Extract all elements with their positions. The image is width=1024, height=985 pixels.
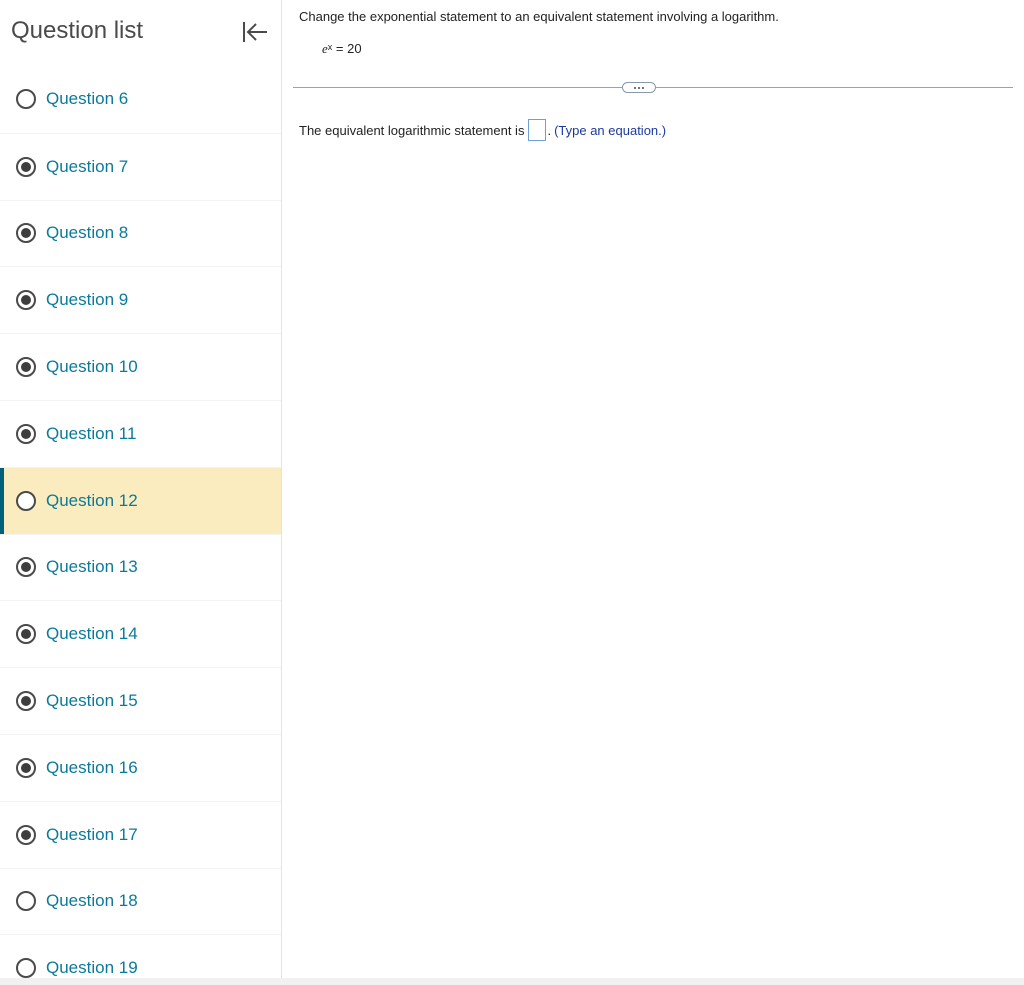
collapse-sidebar-button[interactable] [238,16,272,48]
sidebar-title: Question list [11,17,144,44]
question-list-item[interactable]: Question 13 [0,533,281,601]
question-list-item[interactable]: Question 10 [0,333,281,400]
question-list: Question 6 Question 7 Question 8 Question 9… [0,66,281,978]
question-list-item[interactable]: Question 9 [0,266,281,333]
unanswered-radio-icon [16,958,36,978]
answer-suffix: . [547,122,552,138]
question-list-item[interactable]: Question 15 [0,667,281,734]
answered-radio-icon [16,624,36,645]
answered-radio-icon [16,824,36,845]
equation-base: e [322,41,328,56]
expand-more-button[interactable] [622,82,656,93]
equation-rest: = 20 [332,41,362,56]
sidebar-header: Question list [0,0,281,66]
question-list-item[interactable]: Question 7 [0,132,281,200]
question-list-item[interactable]: Question 16 [0,733,281,801]
question-list-item[interactable]: Question 12 [0,466,281,534]
question-label: Question 8 [46,223,129,243]
question-list-item[interactable]: Question 19 [0,934,281,978]
question-label: Question 10 [46,357,138,377]
answered-radio-icon [16,357,36,378]
answered-radio-icon [16,557,36,578]
answered-radio-icon [16,223,36,244]
answer-line: The equivalent logarithmic statement is … [299,119,666,141]
answer-input[interactable] [528,119,547,141]
question-label: Question 19 [46,958,138,978]
unanswered-radio-icon [16,891,36,912]
unanswered-radio-icon [16,490,36,511]
question-list-sidebar: Question list Question 6 Question 7 Questi… [0,0,282,978]
answered-radio-icon [16,290,36,311]
question-list-item[interactable]: Question 8 [0,199,281,267]
question-list-item[interactable]: Question 14 [0,600,281,667]
question-prompt: Change the exponential statement to an e… [299,9,779,24]
question-label: Question 9 [46,290,129,310]
answer-prefix: The equivalent logarithmic statement is [299,122,525,138]
question-label: Question 14 [46,624,138,644]
ellipsis-icon [633,86,636,89]
answer-hint: (Type an equation.) [554,122,667,138]
question-label: Question 17 [46,824,138,844]
answered-radio-icon [16,757,36,778]
question-label: Question 11 [46,423,137,443]
question-label: Question 12 [46,490,138,510]
question-label: Question 6 [46,89,129,109]
question-list-item[interactable]: Question 6 [0,66,281,133]
question-list-item[interactable]: Question 17 [0,800,281,868]
answered-radio-icon [16,156,36,177]
given-equation: ex = 20 [322,41,362,57]
answered-radio-icon [16,423,36,444]
bottom-bar [0,978,1024,985]
answered-radio-icon [16,691,36,712]
question-list-item[interactable]: Question 18 [0,867,281,935]
question-label: Question 16 [46,757,138,777]
question-label: Question 15 [46,691,138,711]
equation-exponent: x [327,42,333,52]
question-list-item[interactable]: Question 11 [0,399,281,467]
question-panel: Change the exponential statement to an e… [282,0,1024,978]
question-label: Question 7 [46,156,129,176]
question-label: Question 18 [46,891,138,911]
collapse-left-icon [243,22,267,42]
question-label: Question 13 [46,557,138,577]
unanswered-radio-icon [16,89,36,110]
